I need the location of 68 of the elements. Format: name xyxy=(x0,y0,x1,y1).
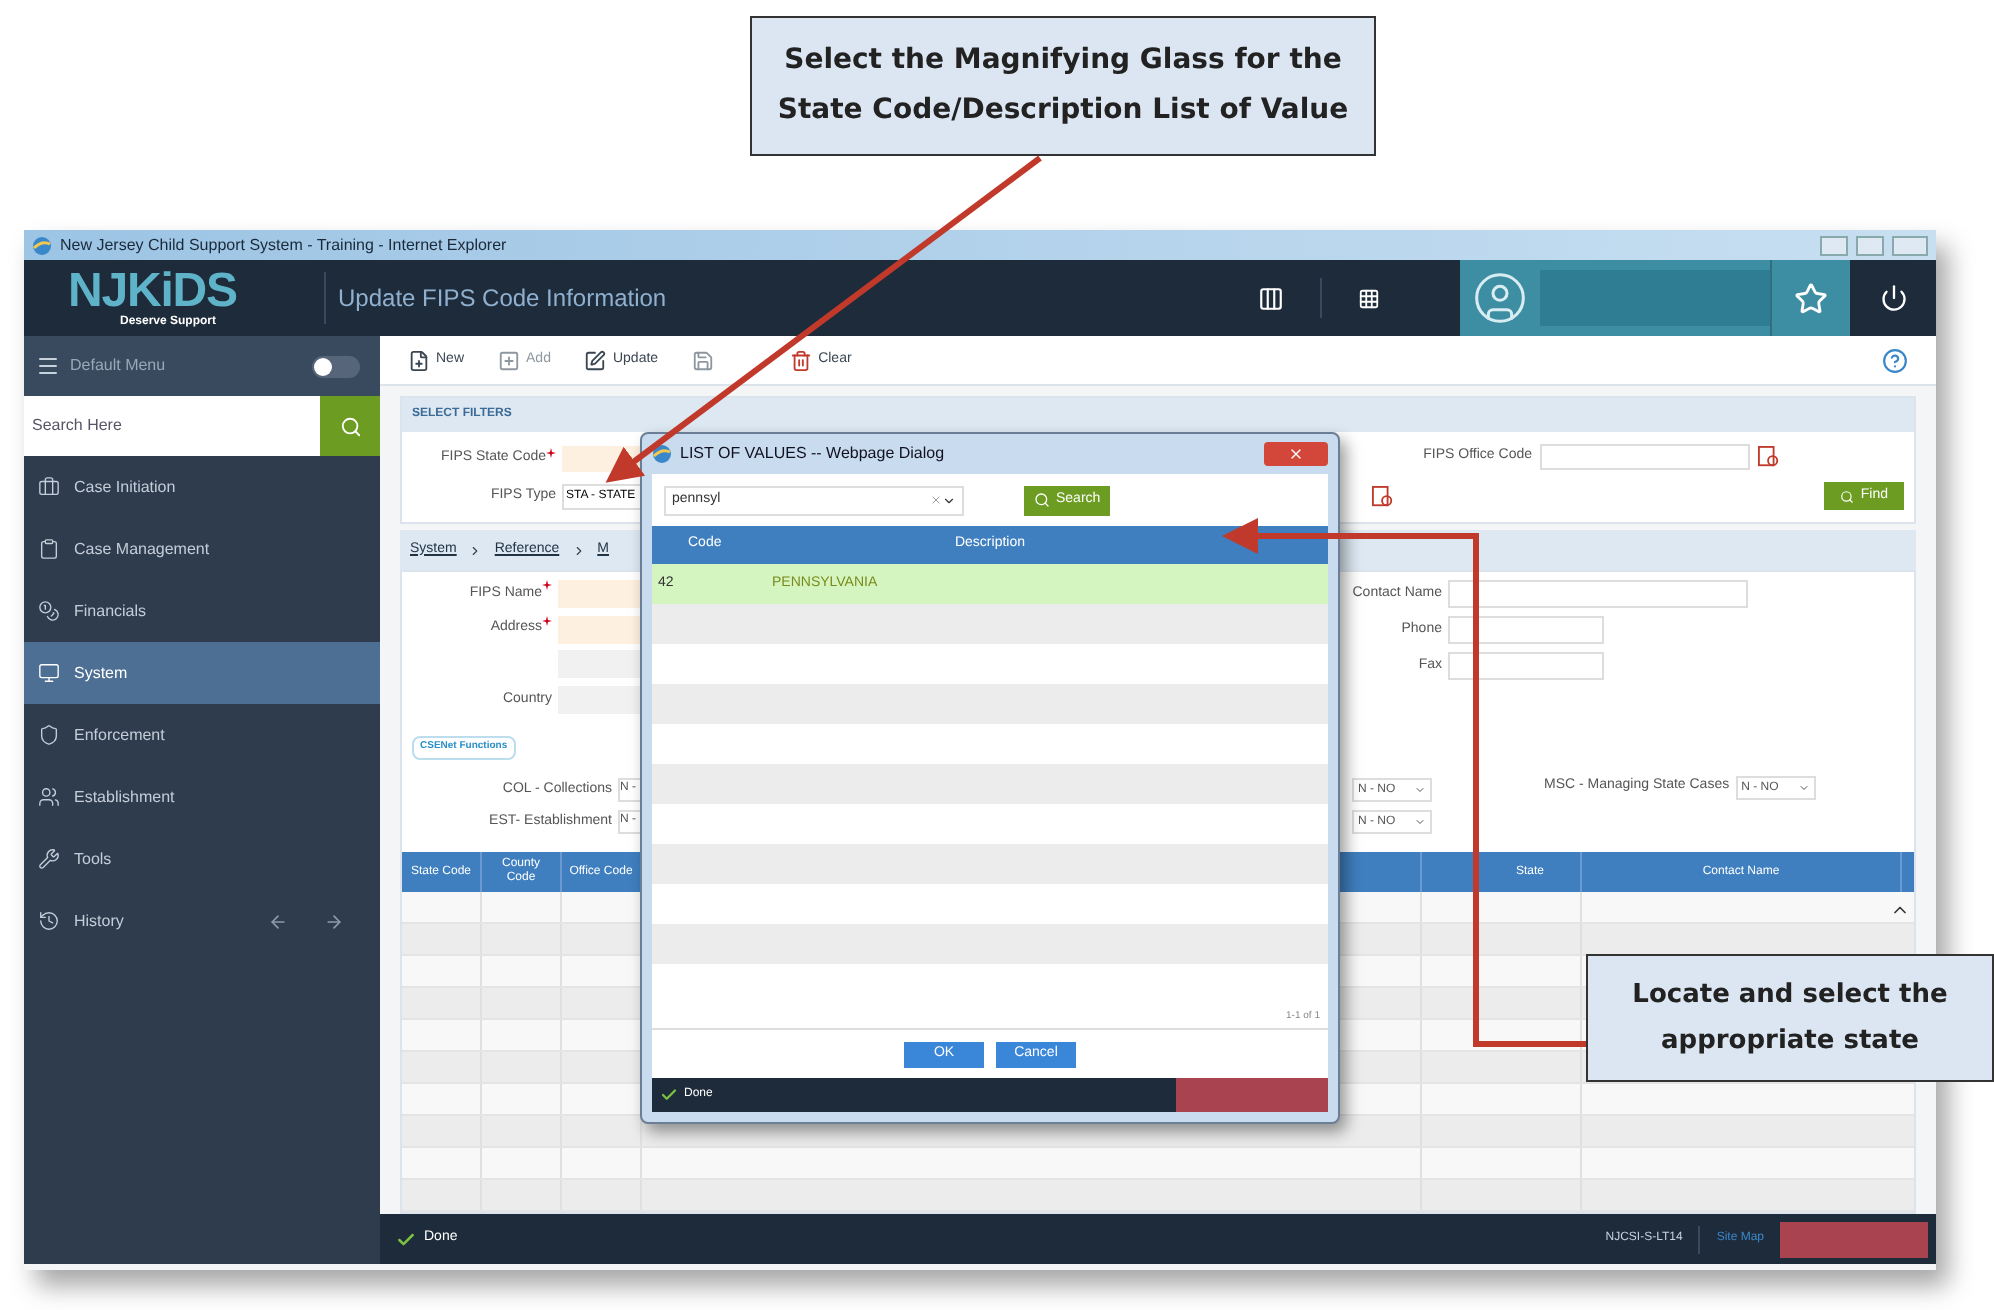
edit-icon xyxy=(584,349,607,371)
sidebar-search-button[interactable] xyxy=(320,396,380,456)
favorites-button[interactable] xyxy=(1770,260,1850,336)
user-panel[interactable] xyxy=(1460,260,1770,336)
shield-icon xyxy=(38,724,60,746)
sidebar-search-field[interactable]: Search Here xyxy=(24,396,320,456)
trash-icon xyxy=(790,349,813,371)
error-cancel-button[interactable] xyxy=(1780,1221,1928,1257)
callout-box: Select the Magnifying Glass for the State Code/Description List of Value xyxy=(750,16,1376,156)
dropdown-caret-icon xyxy=(1797,782,1810,794)
sidebar-item[interactable]: Enforcement xyxy=(24,704,380,766)
check-icon xyxy=(396,1229,416,1249)
check-icon xyxy=(660,1086,678,1104)
callout-box: Locate and select the appropriate state xyxy=(1586,954,1994,1082)
dropdown-caret-icon[interactable] xyxy=(942,493,956,507)
menu-toggle[interactable] xyxy=(312,355,360,377)
file-plus-icon xyxy=(408,349,430,371)
lookup-icon[interactable] xyxy=(1758,446,1780,468)
power-icon xyxy=(1879,284,1907,312)
back-arrow-icon[interactable] xyxy=(268,911,288,931)
window-title: New Jersey Child Support System - Training - Internet Explorer xyxy=(60,233,507,257)
users-icon xyxy=(38,786,60,808)
square-plus-icon xyxy=(498,349,521,371)
menu-label: Default Menu xyxy=(70,354,166,378)
dropdown-caret-icon xyxy=(1414,816,1426,828)
menu-icon[interactable] xyxy=(36,354,60,378)
search-icon xyxy=(1840,489,1855,503)
forward-arrow-icon[interactable] xyxy=(324,911,344,931)
text-field[interactable] xyxy=(558,686,642,715)
apps-grid-icon[interactable] xyxy=(1358,287,1380,309)
sidebar-item[interactable]: Establishment xyxy=(24,766,380,828)
briefcase-icon xyxy=(38,476,60,498)
sidebar-item[interactable]: Financials xyxy=(24,580,380,642)
sidebar-item[interactable]: Case Initiation xyxy=(24,456,380,518)
dialog-close-button[interactable] xyxy=(1264,442,1328,466)
text-field[interactable] xyxy=(558,650,642,679)
sidebar-item[interactable]: System xyxy=(24,642,380,704)
browser-icon xyxy=(652,444,672,464)
dropdown-caret-icon xyxy=(1414,784,1426,796)
close-icon xyxy=(1288,446,1304,462)
page-title: Update FIPS Code Information xyxy=(338,282,667,316)
text-field[interactable] xyxy=(1448,616,1604,644)
sidebar-item[interactable]: Tools xyxy=(24,828,380,890)
search-icon xyxy=(1034,492,1050,508)
lookup-icon[interactable] xyxy=(1372,485,1394,507)
help-icon[interactable] xyxy=(1882,347,1908,373)
user-avatar-icon xyxy=(1472,270,1528,326)
sidebar-item[interactable]: Case Management xyxy=(24,518,380,580)
save-icon xyxy=(692,349,715,371)
text-field[interactable] xyxy=(558,579,642,608)
office-code-field[interactable] xyxy=(1540,444,1750,470)
wrench-icon xyxy=(38,848,60,870)
browser-icon xyxy=(32,235,52,255)
search-icon xyxy=(339,415,361,437)
history-icon xyxy=(38,910,60,932)
monitor-icon xyxy=(38,662,60,684)
chevron-right-icon xyxy=(571,543,586,557)
coins-icon xyxy=(38,600,60,622)
text-field[interactable] xyxy=(1448,652,1604,680)
app-logo: NJKiDS xyxy=(68,268,237,316)
star-icon xyxy=(1794,281,1828,315)
dialog-title: LIST OF VALUES -- Webpage Dialog xyxy=(680,442,945,466)
clipboard-icon xyxy=(38,538,60,560)
text-field[interactable] xyxy=(558,615,642,644)
chevron-right-icon xyxy=(468,543,483,557)
text-field[interactable] xyxy=(1448,580,1748,608)
sidebar-item[interactable]: History xyxy=(24,890,268,952)
columns-icon[interactable] xyxy=(1258,285,1284,311)
